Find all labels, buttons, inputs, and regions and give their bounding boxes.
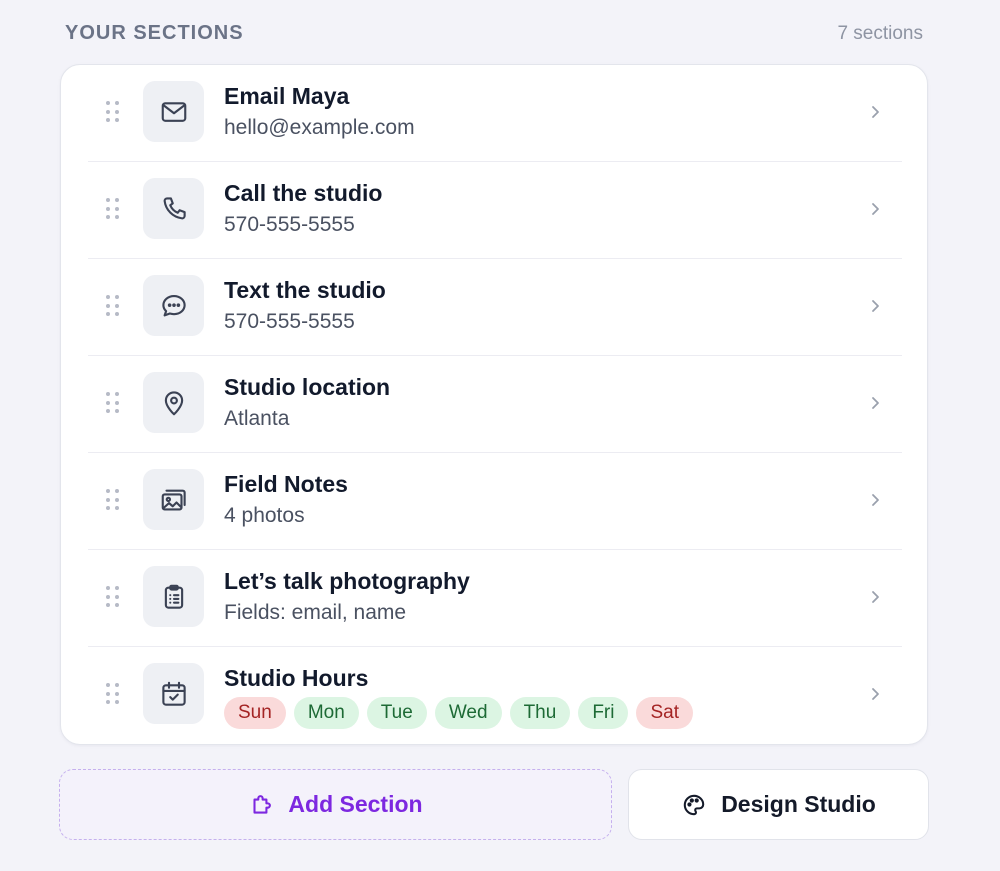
section-row-contact-form[interactable]: Let’s talk photography Fields: email, na… [88, 550, 902, 647]
section-title: Let’s talk photography [224, 568, 470, 594]
sections-count: 7 sections [837, 22, 923, 44]
section-subtitle: 4 photos [224, 504, 305, 527]
mail-icon [143, 81, 204, 142]
section-title: Call the studio [224, 180, 383, 206]
puzzle-piece-icon [253, 794, 272, 814]
section-title: Studio Hours [224, 665, 369, 691]
photo-gallery-icon [143, 469, 204, 530]
map-pin-icon [143, 372, 204, 433]
clipboard-list-icon [143, 566, 204, 627]
calendar-check-icon [143, 663, 204, 724]
drag-handle-icon[interactable] [106, 586, 120, 608]
day-badge-mon: Mon [293, 697, 359, 729]
drag-handle-icon[interactable] [106, 101, 120, 123]
phone-icon [143, 178, 204, 239]
section-subtitle: Fields: email, name [224, 601, 407, 624]
section-title: Field Notes [224, 471, 348, 497]
day-badge-wed: Wed [434, 697, 502, 729]
drag-handle-icon[interactable] [106, 392, 120, 414]
chevron-right-icon [872, 494, 879, 506]
studio-hours-days: Sun Mon Tue Wed Thu Fri Sat [224, 697, 693, 729]
section-row-studio-hours[interactable]: Studio Hours Sun Mon Tue Wed Thu Fri Sat [88, 647, 902, 744]
palette-icon [683, 794, 705, 815]
chevron-right-icon [872, 300, 879, 312]
chevron-right-icon [872, 591, 879, 603]
section-title: Text the studio [224, 277, 386, 303]
day-badge-thu: Thu [509, 697, 571, 729]
section-row-call[interactable]: Call the studio 570-555-5555 [88, 162, 902, 259]
section-subtitle: hello@example.com [224, 116, 415, 139]
section-row-field-notes[interactable]: Field Notes 4 photos [88, 453, 902, 550]
chevron-right-icon [872, 106, 879, 118]
day-badge-sun: Sun [224, 697, 286, 729]
section-row-email[interactable]: Email Maya hello@example.com [88, 65, 902, 162]
chat-bubble-icon [143, 275, 204, 336]
section-title: Email Maya [224, 83, 350, 109]
day-badge-fri: Fri [578, 697, 629, 729]
add-section-button[interactable]: Add Section [59, 769, 612, 840]
sections-title: YOUR SECTIONS [65, 22, 244, 44]
section-subtitle: 570-555-5555 [224, 213, 355, 236]
chevron-right-icon [872, 397, 879, 409]
drag-handle-icon[interactable] [106, 489, 120, 511]
day-badge-tue: Tue [366, 697, 427, 729]
day-badge-sat: Sat [636, 697, 693, 729]
sections-list: Email Maya hello@example.com Call the st… [60, 64, 928, 745]
chevron-right-icon [872, 688, 879, 700]
section-subtitle: 570-555-5555 [224, 310, 355, 333]
chevron-right-icon [872, 203, 879, 215]
section-row-text[interactable]: Text the studio 570-555-5555 [88, 259, 902, 356]
add-section-label: Add Section [288, 791, 423, 817]
sections-header: YOUR SECTIONS 7 sections [65, 22, 923, 45]
drag-handle-icon[interactable] [106, 683, 120, 705]
section-subtitle: Atlanta [224, 407, 290, 430]
design-studio-button[interactable]: Design Studio [628, 769, 929, 840]
drag-handle-icon[interactable] [106, 295, 120, 317]
drag-handle-icon[interactable] [106, 198, 120, 220]
section-row-location[interactable]: Studio location Atlanta [88, 356, 902, 453]
design-studio-label: Design Studio [721, 791, 876, 817]
section-title: Studio location [224, 374, 391, 400]
